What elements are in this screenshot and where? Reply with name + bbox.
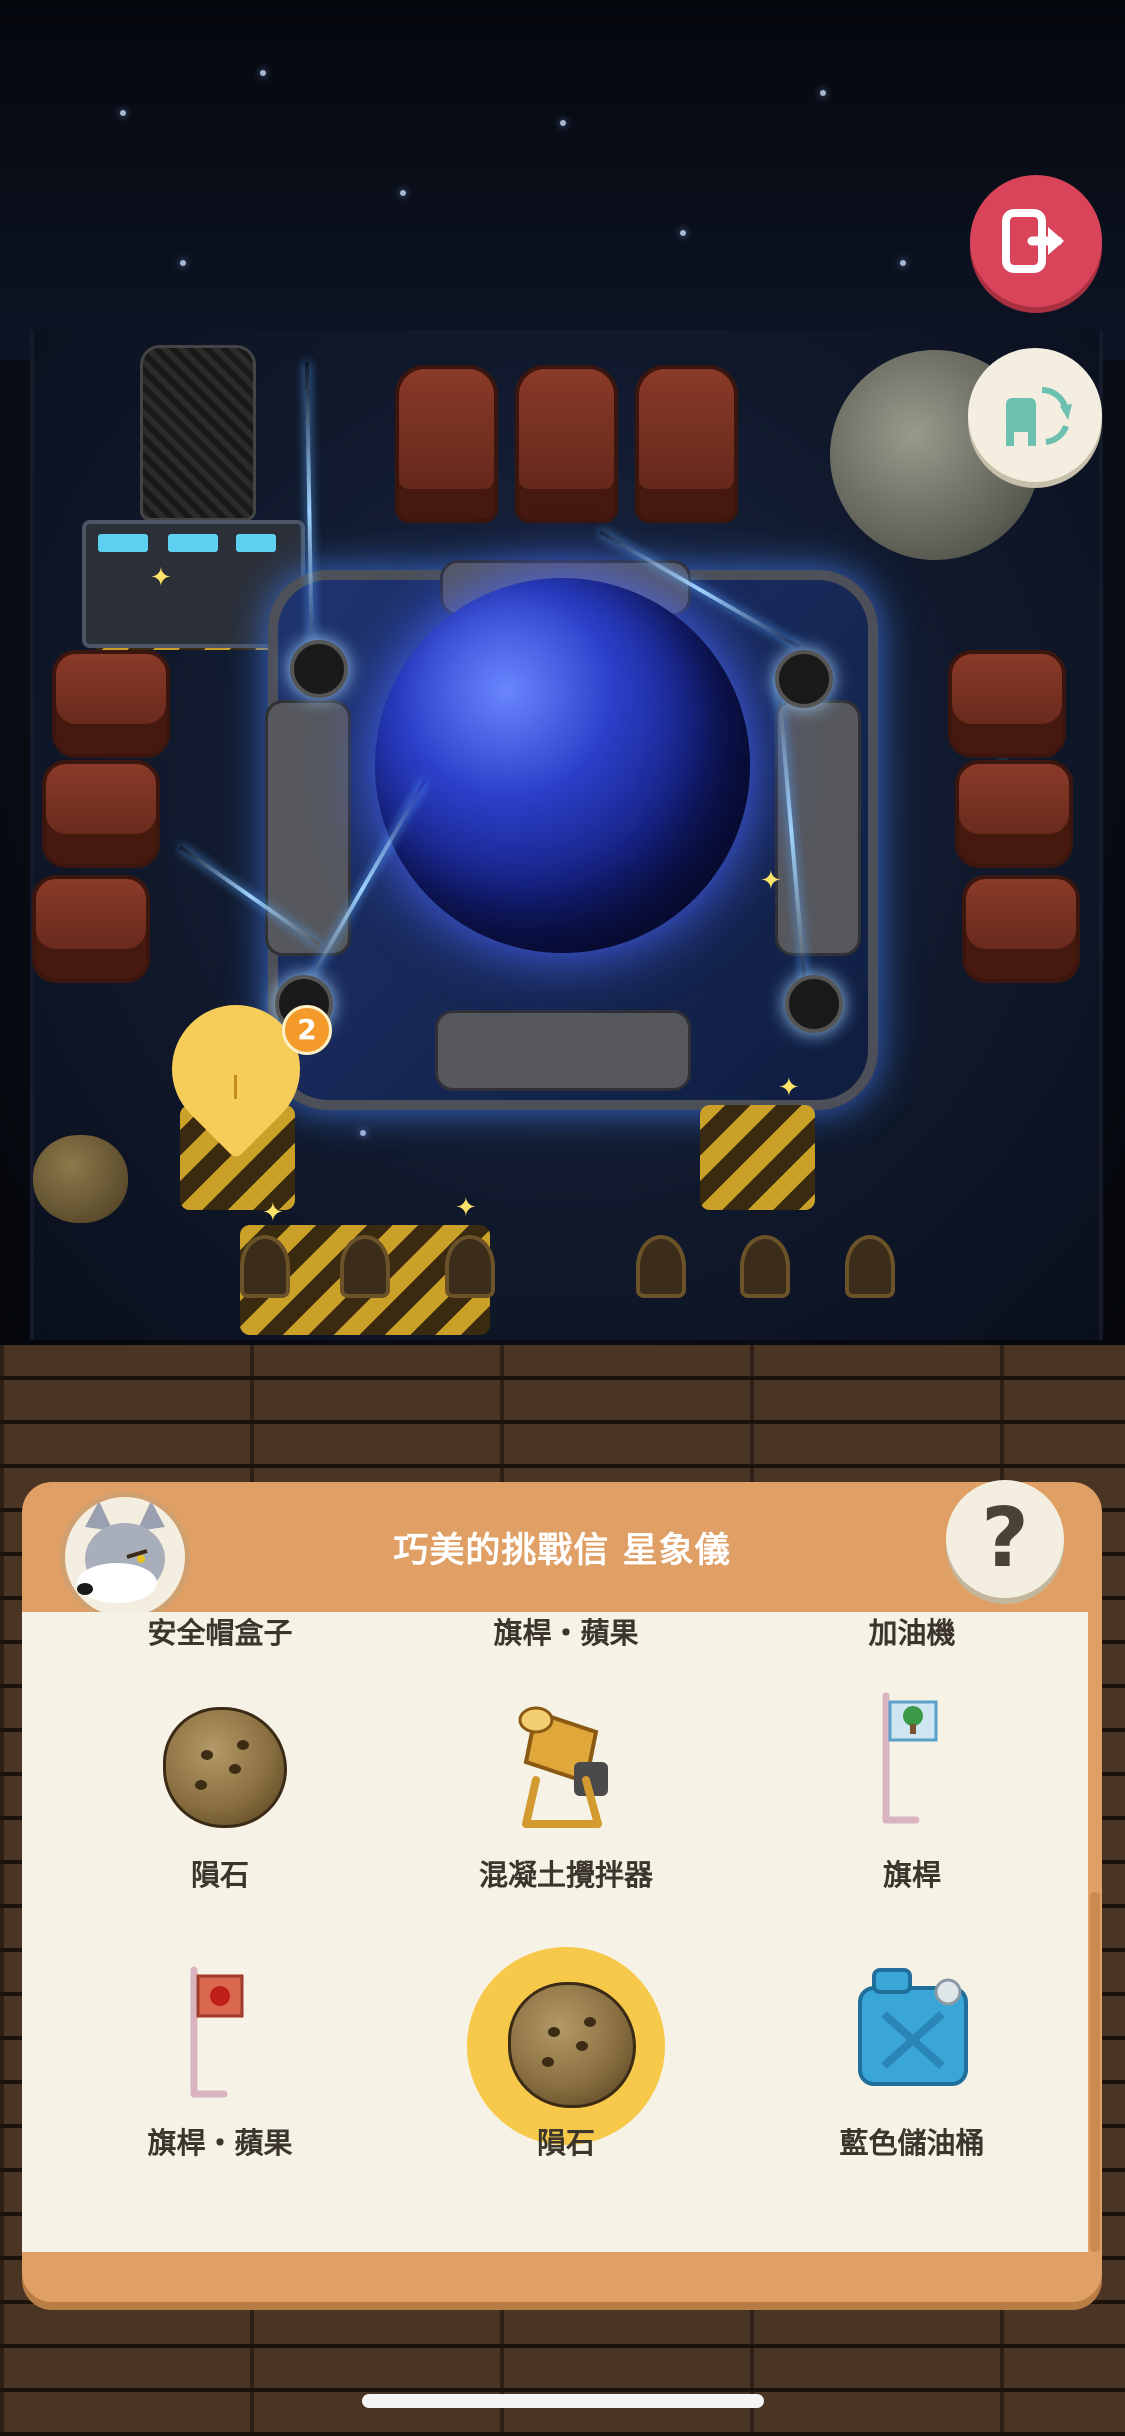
console-screen <box>168 534 218 552</box>
star <box>120 110 126 116</box>
star <box>400 190 406 196</box>
meteor-decoration[interactable] <box>33 1135 128 1223</box>
theater-seat[interactable] <box>52 650 170 758</box>
console-screen <box>98 534 148 552</box>
item-label: 旗桿 <box>882 1858 941 1892</box>
flagpole-tree-icon <box>882 1692 938 1824</box>
item-grid[interactable]: 安全帽盒子 旗桿・蘋果 加油機 隕石 混凝土攪拌器 旗桿 旗桿・蘋果 隕石 藍色… <box>22 1612 1088 2252</box>
rope-post[interactable] <box>636 1235 686 1298</box>
theater-seat[interactable] <box>955 760 1073 868</box>
home-indicator[interactable] <box>362 2394 764 2408</box>
panel-title: 巧美的挑戰信 星象儀 <box>393 1531 731 1571</box>
exit-door-icon <box>1002 209 1064 273</box>
rope-post[interactable] <box>340 1235 390 1298</box>
item-label: 旗桿・蘋果 <box>493 1616 639 1650</box>
spotlight[interactable] <box>775 650 833 708</box>
sparkle-icon: ✦ <box>760 866 782 896</box>
scrollbar[interactable] <box>1090 1892 1100 2252</box>
item-cell-blue-fuel-can[interactable]: 藍色儲油桶 <box>742 1952 1082 2162</box>
rope-post[interactable] <box>240 1235 290 1298</box>
theater-seat[interactable] <box>395 365 498 523</box>
theater-seat[interactable] <box>635 365 738 523</box>
panel-header: 巧美的挑戰信 星象儀 ? <box>22 1480 1102 1622</box>
theater-seat[interactable] <box>962 875 1080 983</box>
star <box>360 1130 366 1136</box>
sparkle-icon: ✦ <box>262 1198 284 1228</box>
exit-button[interactable] <box>970 175 1102 307</box>
console-screen <box>236 534 276 552</box>
item-label: 安全帽盒子 <box>147 1616 293 1650</box>
office-chair[interactable] <box>140 345 256 521</box>
sparkle-icon: ✦ <box>455 1193 477 1223</box>
flagpole-apple-icon <box>190 1966 244 2098</box>
planetarium-ring <box>435 1010 691 1091</box>
item-cell-meteor[interactable]: 隕石 <box>50 1682 390 1892</box>
star <box>260 70 266 76</box>
meteor-icon <box>163 1707 287 1828</box>
sparkle-icon: ✦ <box>150 563 172 593</box>
item-cell-flagpole[interactable]: 旗桿 <box>742 1682 1082 1892</box>
item-cell-meteor-selected[interactable]: 隕石 <box>396 1947 736 2162</box>
meteor-icon <box>508 1982 636 2108</box>
item-label: 旗桿・蘋果 <box>147 2126 293 2160</box>
spotlight[interactable] <box>290 640 348 698</box>
notification-badge: 2 <box>282 1005 332 1055</box>
theater-seat[interactable] <box>32 875 150 983</box>
hazard-mat <box>700 1105 815 1210</box>
planetarium-scene[interactable]: ✦ ✦ ✦ ✦ ✦ 2 <box>0 0 1125 1350</box>
help-button[interactable]: ? <box>946 1480 1064 1598</box>
challenge-panel: 巧美的挑戰信 星象儀 ? 安全帽盒子 旗桿・蘋果 加油機 隕石 混凝土攪拌器 旗… <box>22 1480 1102 2302</box>
rope-post[interactable] <box>445 1235 495 1298</box>
blue-fuel-can-icon <box>858 1968 968 2086</box>
rotate-furniture-button[interactable] <box>968 348 1102 482</box>
rope-post[interactable] <box>740 1235 790 1298</box>
rotate-furniture-icon <box>1006 386 1072 446</box>
theater-seat[interactable] <box>42 760 160 868</box>
item-label: 藍色儲油桶 <box>839 2126 985 2160</box>
concrete-mixer-icon <box>518 1706 608 1828</box>
item-label: 隕石 <box>536 2126 595 2160</box>
item-label: 加油機 <box>868 1616 956 1650</box>
planetarium-ring <box>775 700 861 956</box>
star <box>560 120 566 126</box>
theater-seat[interactable] <box>948 650 1066 758</box>
theater-seat[interactable] <box>515 365 618 523</box>
spotlight[interactable] <box>785 975 843 1033</box>
item-label: 混凝土攪拌器 <box>478 1858 653 1892</box>
star <box>900 260 906 266</box>
star <box>180 260 186 266</box>
starry-ceiling <box>0 0 1125 360</box>
sparkle-icon: ✦ <box>778 1073 800 1103</box>
rope-post[interactable] <box>845 1235 895 1298</box>
bubble-cursor <box>234 1075 237 1099</box>
item-label: 隕石 <box>190 1858 249 1892</box>
item-cell-concrete-mixer[interactable]: 混凝土攪拌器 <box>396 1682 736 1892</box>
star-globe[interactable] <box>375 578 750 953</box>
star <box>680 230 686 236</box>
star <box>820 90 826 96</box>
item-cell-flagpole-apple[interactable]: 旗桿・蘋果 <box>50 1952 390 2162</box>
